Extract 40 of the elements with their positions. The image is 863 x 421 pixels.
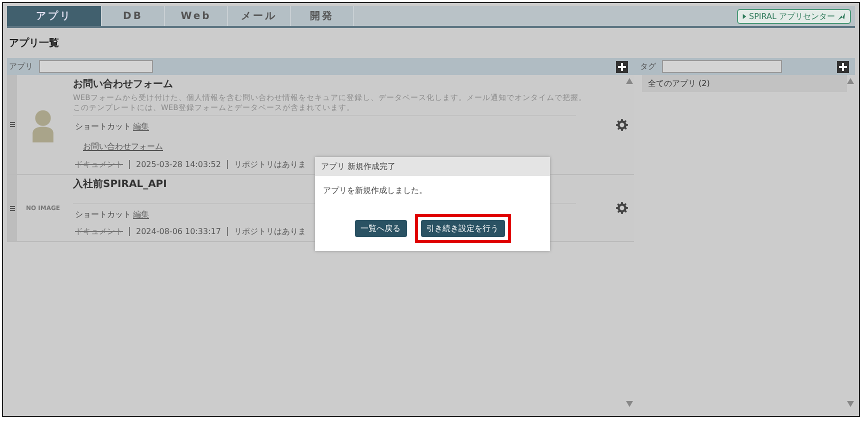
scroll-up-icon[interactable]: [626, 78, 633, 84]
tab[interactable]: アプリ: [7, 6, 102, 26]
tab[interactable]: メール: [228, 6, 291, 26]
edit-link[interactable]: 編集: [133, 209, 149, 220]
page-title: アプリ一覧: [8, 36, 60, 51]
shortcut-label: ショートカット: [75, 121, 131, 132]
dialog-title: アプリ 新規作成完了: [315, 157, 550, 176]
filter-label: アプリ: [9, 61, 33, 72]
shortcut-link[interactable]: お問い合わせフォーム: [73, 142, 163, 152]
dialog-message: アプリを新規作成しました。: [322, 185, 428, 196]
settings-icon[interactable]: [616, 118, 628, 131]
edit-link[interactable]: 編集: [133, 121, 149, 132]
tag-search-field[interactable]: [662, 60, 782, 73]
app-name[interactable]: お問い合わせフォーム: [73, 77, 173, 91]
app-search-field[interactable]: [39, 60, 153, 73]
settings-icon[interactable]: [616, 202, 628, 214]
tag-item[interactable]: 全てのアプリ (2): [642, 75, 847, 92]
tab[interactable]: DB: [102, 6, 165, 26]
dialog-button[interactable]: 引き続き設定を行う: [420, 220, 504, 237]
drag-handle-icon[interactable]: [10, 122, 14, 128]
add-icon[interactable]: [837, 60, 849, 72]
repository-status: リポジトリはありま: [234, 226, 306, 238]
app-name[interactable]: 入社前SPIRAL_API: [73, 177, 167, 192]
document-link[interactable]: ドキュメント: [75, 159, 123, 170]
scroll-down-icon[interactable]: [626, 401, 633, 407]
updated-time: 2024-08-06 10:33:17: [136, 227, 221, 236]
document-link[interactable]: ドキュメント: [75, 226, 123, 238]
shortcut-label: ショートカット: [75, 209, 131, 220]
tab[interactable]: 開発: [291, 6, 354, 26]
tab[interactable]: Web: [165, 6, 228, 26]
app-center-link[interactable]: SPIRAL アプリセンター: [737, 8, 851, 24]
repository-status: リポジトリはありま: [234, 159, 306, 170]
add-icon[interactable]: [616, 60, 628, 72]
updated-time: 2025-03-28 14:03:52: [136, 160, 221, 170]
drag-handle-icon[interactable]: [10, 206, 14, 211]
dialog-button[interactable]: 一覧へ戻る: [354, 220, 406, 237]
scroll-down-icon[interactable]: [847, 401, 854, 407]
triangle-icon: [742, 14, 748, 18]
scroll-up-icon[interactable]: [847, 78, 854, 84]
filter-label: タグ: [640, 61, 656, 72]
